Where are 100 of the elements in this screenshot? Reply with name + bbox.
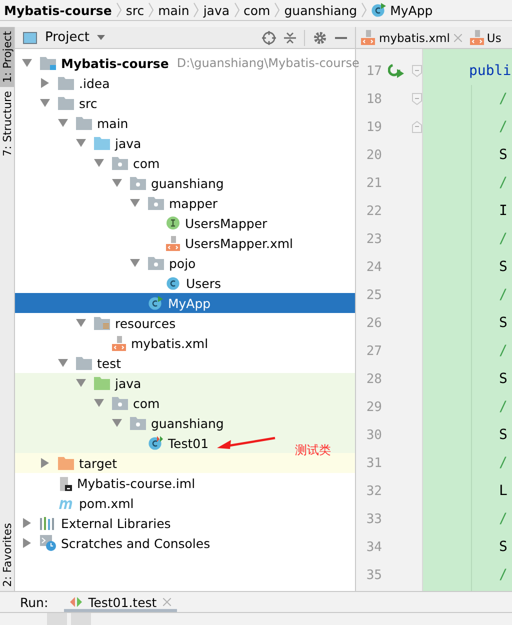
tree-row[interactable]: guanshiang (15, 413, 355, 433)
class-icon (371, 3, 386, 17)
expanded-arrow-icon[interactable] (94, 158, 104, 168)
code-text: I (499, 203, 508, 219)
tree-row[interactable]: pojo (15, 253, 355, 273)
settings-icon[interactable] (313, 30, 327, 44)
code-text: S (499, 427, 508, 443)
tree-item-label: target (79, 456, 118, 470)
expanded-arrow-icon[interactable] (22, 58, 32, 68)
xml-file-icon (166, 236, 180, 250)
run-icon[interactable] (388, 64, 404, 78)
scratches-icon (40, 535, 56, 551)
side-tab[interactable]: 1: Project (0, 27, 14, 87)
tree-row[interactable]: java (15, 133, 355, 153)
tree-item-label: com (133, 156, 160, 170)
expanded-arrow-icon[interactable] (76, 378, 86, 388)
package-icon (130, 176, 146, 190)
editor-tab[interactable]: mybatis.xml (356, 27, 467, 48)
folder-icon (58, 96, 74, 110)
tree-item-label: src (79, 96, 98, 110)
tree-row[interactable]: pom.xml (15, 493, 355, 513)
folder-icon (94, 136, 110, 150)
module-file-icon (58, 475, 72, 491)
editor-tab[interactable]: Us (466, 27, 502, 48)
collapsed-arrow-icon[interactable] (40, 78, 50, 88)
breadcrumb-item[interactable]: Mybatis-course (4, 2, 112, 18)
collapsed-arrow-icon[interactable] (22, 538, 32, 548)
line-number: 31 (365, 456, 382, 470)
tree-row[interactable]: com (15, 153, 355, 173)
tree-row[interactable]: MyApp (15, 293, 355, 313)
expanded-arrow-icon[interactable] (58, 358, 68, 368)
fold-icon[interactable] (412, 65, 422, 77)
tree-row[interactable]: main (15, 113, 355, 133)
caret-icon[interactable] (97, 35, 106, 40)
breadcrumb-item[interactable]: java (203, 2, 230, 18)
tree-row[interactable]: mapper (15, 193, 355, 213)
tree-row[interactable]: External Libraries (15, 513, 355, 533)
tree-row[interactable]: java (15, 373, 355, 393)
locate-icon[interactable] (262, 30, 276, 44)
tree-item-label: java (115, 376, 142, 390)
close-icon[interactable] (162, 598, 171, 606)
code-text: / (499, 399, 508, 415)
class-icon (148, 436, 163, 450)
expanded-arrow-icon[interactable] (76, 138, 86, 148)
expanded-arrow-icon[interactable] (130, 258, 140, 268)
breadcrumb-item[interactable]: MyApp (390, 2, 433, 18)
tree-row[interactable]: UsersMapper.xml (15, 233, 355, 253)
code-text: publi (469, 63, 512, 79)
tree-item-label: UsersMapper (185, 216, 268, 230)
fold-icon[interactable] (412, 93, 422, 105)
expanded-arrow-icon[interactable] (58, 118, 68, 128)
close-icon[interactable] (454, 34, 462, 42)
maven-file-icon (58, 497, 74, 509)
tree-item-label: mapper (169, 196, 218, 210)
tree-row[interactable]: resources (15, 313, 355, 333)
tree-row[interactable]: Scratches and Consoles (15, 533, 355, 553)
minimize-icon[interactable] (335, 36, 347, 38)
run-tab[interactable]: Test01.test (64, 592, 177, 612)
side-tab[interactable]: 2: Favorites (0, 519, 14, 591)
breadcrumb-item[interactable]: com (244, 2, 270, 18)
breadcrumb-item[interactable]: main (158, 2, 190, 18)
collapse-icon[interactable] (284, 30, 296, 44)
tree-row[interactable]: test (15, 353, 355, 373)
tree-row[interactable]: src (15, 93, 355, 113)
tree-item-label: com (133, 396, 160, 410)
code-text: S (499, 315, 508, 331)
line-number: 17 (365, 64, 382, 78)
expanded-arrow-icon[interactable] (40, 98, 50, 108)
tree-item-label: pom.xml (79, 496, 134, 510)
code-text: S (499, 147, 508, 163)
tree-row[interactable]: mybatis.xml (15, 333, 355, 353)
collapsed-arrow-icon[interactable] (40, 458, 50, 468)
tree-item-label: MyApp (168, 296, 211, 310)
test-run-icon (70, 596, 82, 608)
interface-icon (166, 216, 180, 230)
tree-row[interactable]: Mybatis-course.iml (15, 473, 355, 493)
code-text: S (499, 259, 508, 275)
tree-item-label: pojo (169, 256, 196, 270)
tree-item-label: Mybatis-course.iml (77, 476, 196, 490)
expanded-arrow-icon[interactable] (76, 318, 86, 328)
collapsed-arrow-icon[interactable] (22, 518, 32, 528)
breadcrumb-item[interactable]: src (126, 2, 144, 18)
side-tab[interactable]: 7: Structure (0, 86, 14, 160)
tree-row[interactable]: UsersMapper (15, 213, 355, 233)
breadcrumb-item[interactable]: guanshiang (284, 2, 358, 18)
fold-icon[interactable] (412, 121, 422, 133)
expanded-arrow-icon[interactable] (94, 398, 104, 408)
tree-item-label: Users (186, 276, 222, 290)
tree-row[interactable]: com (15, 393, 355, 413)
tree-item-label: Scratches and Consoles (61, 536, 210, 550)
tree-row[interactable]: Users (15, 273, 355, 293)
expanded-arrow-icon[interactable] (112, 418, 122, 428)
line-number: 19 (365, 120, 382, 134)
tree-row[interactable]: guanshiang (15, 173, 355, 193)
code-text: S (499, 371, 508, 387)
expanded-arrow-icon[interactable] (112, 178, 122, 188)
expanded-arrow-icon[interactable] (130, 198, 140, 208)
panel-title[interactable]: Project (45, 30, 90, 45)
tree-row[interactable]: .idea (15, 73, 355, 93)
line-number: 35 (365, 568, 382, 582)
